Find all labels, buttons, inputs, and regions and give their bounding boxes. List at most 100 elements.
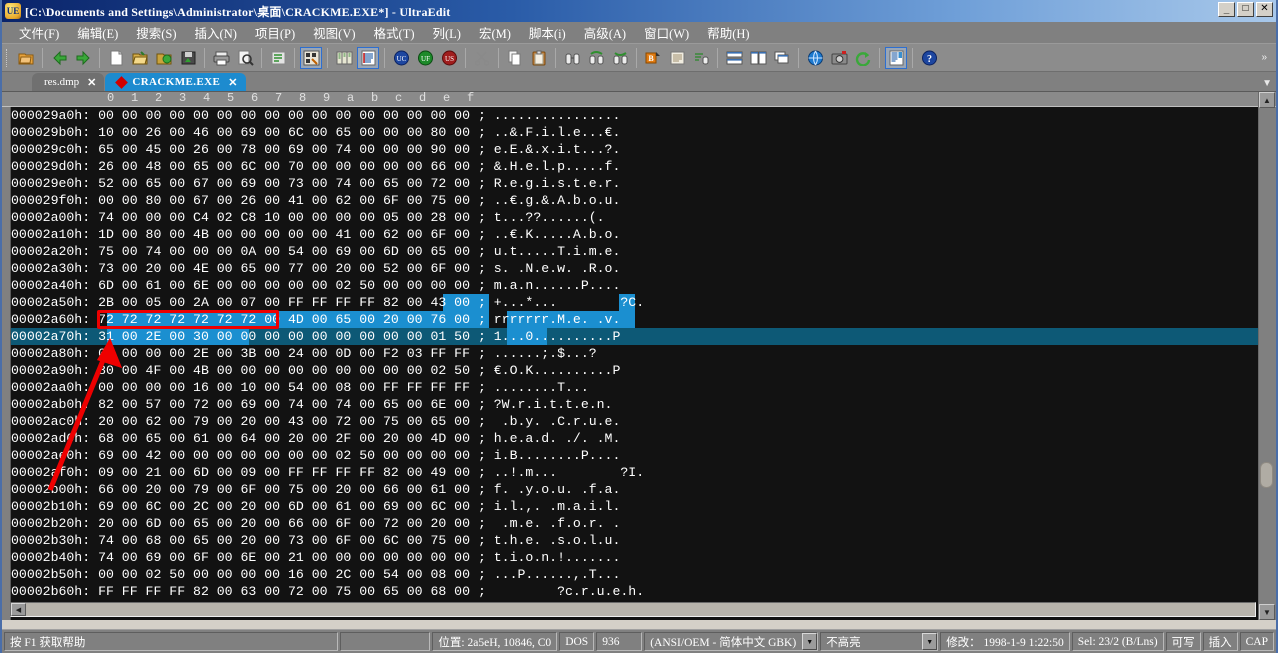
menu-view[interactable]: 视图(V) [304, 21, 364, 44]
toolbar-grip[interactable] [6, 48, 10, 67]
hex-row[interactable]: 00002b00h: 66 00 20 00 79 00 6F 00 75 00… [11, 481, 1258, 498]
tile-vertical-icon[interactable] [747, 47, 769, 69]
document-tab-2[interactable]: CRACKME.EXE ✕ [105, 73, 246, 91]
hex-row[interactable]: 00002ae0h: 69 00 42 00 00 00 00 00 00 00… [11, 447, 1258, 464]
minimize-button[interactable]: _ [1218, 2, 1235, 17]
new-project-icon[interactable] [15, 47, 37, 69]
tab-close-icon[interactable]: ✕ [87, 76, 96, 89]
close-button[interactable]: ✕ [1256, 2, 1273, 17]
find-prev-icon[interactable] [585, 47, 607, 69]
highlight-dropdown-icon[interactable]: ▼ [922, 633, 938, 650]
indent-icon[interactable] [666, 47, 688, 69]
save-icon[interactable] [177, 47, 199, 69]
horizontal-scrollbar[interactable]: ◀ [10, 602, 1256, 617]
hex-row[interactable]: 00002a80h: 00 00 00 00 2E 00 3B 00 24 00… [11, 345, 1258, 362]
menu-project[interactable]: 项目(P) [246, 21, 304, 44]
open-file-icon[interactable] [129, 47, 151, 69]
hex-row[interactable]: 00002b30h: 74 00 68 00 65 00 20 00 73 00… [11, 532, 1258, 549]
menu-file[interactable]: 文件(F) [10, 21, 68, 44]
paste-icon[interactable] [528, 47, 550, 69]
menu-help[interactable]: 帮助(H) [698, 21, 758, 44]
toolbar-overflow-chevron-icon[interactable]: » [1258, 52, 1270, 63]
hex-row[interactable]: 00002b50h: 00 00 02 50 00 00 00 00 16 00… [11, 566, 1258, 583]
hex-row[interactable]: 000029c0h: 65 00 45 00 26 00 78 00 69 00… [11, 141, 1258, 158]
menu-format[interactable]: 格式(T) [365, 21, 424, 44]
hex-row[interactable]: 00002a20h: 75 00 74 00 00 00 0A 00 54 00… [11, 243, 1258, 260]
list-view-icon[interactable] [357, 46, 379, 69]
hex-row[interactable]: 00002b40h: 74 00 69 00 6F 00 6E 00 21 00… [11, 549, 1258, 566]
copy-icon[interactable] [504, 47, 526, 69]
word-wrap-icon[interactable] [267, 47, 289, 69]
status-line-ending[interactable]: DOS [559, 632, 595, 651]
forward-arrow-icon[interactable] [72, 47, 94, 69]
cascade-icon[interactable] [771, 47, 793, 69]
hex-row[interactable]: 00002a50h: 2B 00 05 00 2A 00 07 00 FF FF… [11, 294, 1258, 311]
hex-row[interactable]: 00002a00h: 74 00 00 00 C4 02 C8 10 00 00… [11, 209, 1258, 226]
status-codepage[interactable]: 936 [596, 632, 643, 651]
status-writable[interactable]: 可写 [1165, 632, 1201, 651]
menu-edit[interactable]: 编辑(E) [68, 21, 127, 44]
hex-row[interactable]: 00002a90h: 80 00 4F 00 4B 00 00 00 00 00… [11, 362, 1258, 379]
menu-search[interactable]: 搜索(S) [127, 21, 185, 44]
hex-row[interactable]: 00002b10h: 69 00 6C 00 2C 00 20 00 6D 00… [11, 498, 1258, 515]
print-preview-icon[interactable] [234, 47, 256, 69]
scroll-down-button[interactable]: ▼ [1259, 604, 1275, 620]
toolbar-overflow[interactable]: » [1258, 52, 1270, 63]
menu-column[interactable]: 列(L) [424, 21, 470, 44]
browser-icon[interactable] [804, 47, 826, 69]
hex-row[interactable]: 00002a10h: 1D 00 80 00 4B 00 00 00 00 00… [11, 226, 1258, 243]
hex-row[interactable]: 00002ac0h: 20 00 62 00 79 00 20 00 43 00… [11, 413, 1258, 430]
hex-row[interactable]: 00002a60h: 72 72 72 72 72 72 72 00 4D 00… [11, 311, 1258, 328]
hex-edit-icon[interactable] [300, 46, 322, 69]
hex-row[interactable]: 00002aa0h: 00 00 00 00 16 00 10 00 54 00… [11, 379, 1258, 396]
find-next-icon[interactable] [609, 47, 631, 69]
sort-icon[interactable] [690, 47, 712, 69]
menu-insert[interactable]: 插入(N) [186, 21, 246, 44]
hex-row[interactable]: 00002a70h: 31 00 2E 00 30 00 00 00 00 00… [11, 328, 1258, 345]
hex-content[interactable]: 000029a0h: 00 00 00 00 00 00 00 00 00 00… [10, 107, 1258, 620]
maximize-button[interactable]: □ [1237, 2, 1254, 17]
open-folder-icon[interactable] [153, 47, 175, 69]
hex-row[interactable]: 00002b60h: FF FF FF FF 82 00 63 00 72 00… [11, 583, 1258, 600]
screenshot-icon[interactable] [828, 47, 850, 69]
column-mode-icon[interactable] [333, 47, 355, 69]
tabbar-chevron-icon[interactable]: ▼ [1262, 78, 1272, 89]
status-highlight[interactable]: 不高亮 ▼ [820, 632, 939, 651]
uc-icon[interactable]: UC [390, 47, 412, 69]
document-tab-1[interactable]: res.dmp ✕ [32, 73, 105, 91]
menu-macro[interactable]: 宏(M) [470, 21, 520, 44]
vertical-scroll-thumb[interactable] [1260, 462, 1273, 488]
help-icon[interactable]: ? [918, 47, 940, 69]
hex-row[interactable]: 000029d0h: 26 00 48 00 65 00 6C 00 70 00… [11, 158, 1258, 175]
encoding-dropdown-icon[interactable]: ▼ [802, 633, 818, 650]
vertical-scrollbar[interactable]: ▲ ▼ [1258, 92, 1275, 620]
hex-row[interactable]: 00002a30h: 73 00 20 00 4E 00 65 00 77 00… [11, 260, 1258, 277]
new-file-icon[interactable] [105, 47, 127, 69]
hex-row[interactable]: 00002ab0h: 82 00 57 00 72 00 69 00 74 00… [11, 396, 1258, 413]
tab-close-icon[interactable]: ✕ [228, 76, 238, 89]
hex-row[interactable]: 00002af0h: 09 00 21 00 6D 00 09 00 FF FF… [11, 464, 1258, 481]
us-icon[interactable]: US [438, 47, 460, 69]
scroll-left-button[interactable]: ◀ [11, 603, 26, 616]
file-view-icon[interactable] [885, 46, 907, 69]
menu-window[interactable]: 窗口(W) [635, 21, 698, 44]
uf-icon[interactable]: UF [414, 47, 436, 69]
hex-row[interactable]: 00002ad0h: 68 00 65 00 61 00 64 00 20 00… [11, 430, 1258, 447]
scroll-up-button[interactable]: ▲ [1259, 92, 1275, 108]
bold-icon[interactable]: B [642, 47, 664, 69]
back-arrow-icon[interactable] [48, 47, 70, 69]
hex-row[interactable]: 000029b0h: 10 00 26 00 46 00 69 00 6C 00… [11, 124, 1258, 141]
menu-advanced[interactable]: 高级(A) [575, 21, 635, 44]
status-insert-mode[interactable]: 插入 [1202, 632, 1238, 651]
hex-row[interactable]: 00002a40h: 6D 00 61 00 6E 00 00 00 00 00… [11, 277, 1258, 294]
refresh-icon[interactable] [852, 47, 874, 69]
hex-row[interactable]: 000029f0h: 00 00 80 00 67 00 26 00 41 00… [11, 192, 1258, 209]
hex-row[interactable]: 00002b20h: 20 00 6D 00 65 00 20 00 66 00… [11, 515, 1258, 532]
cut-icon[interactable] [471, 47, 493, 69]
print-icon[interactable] [210, 47, 232, 69]
find-icon[interactable] [561, 47, 583, 69]
hex-row[interactable]: 000029a0h: 00 00 00 00 00 00 00 00 00 00… [11, 107, 1258, 124]
tile-horizontal-icon[interactable] [723, 47, 745, 69]
hex-row[interactable]: 000029e0h: 52 00 65 00 67 00 69 00 73 00… [11, 175, 1258, 192]
menu-script[interactable]: 脚本(i) [520, 21, 575, 44]
